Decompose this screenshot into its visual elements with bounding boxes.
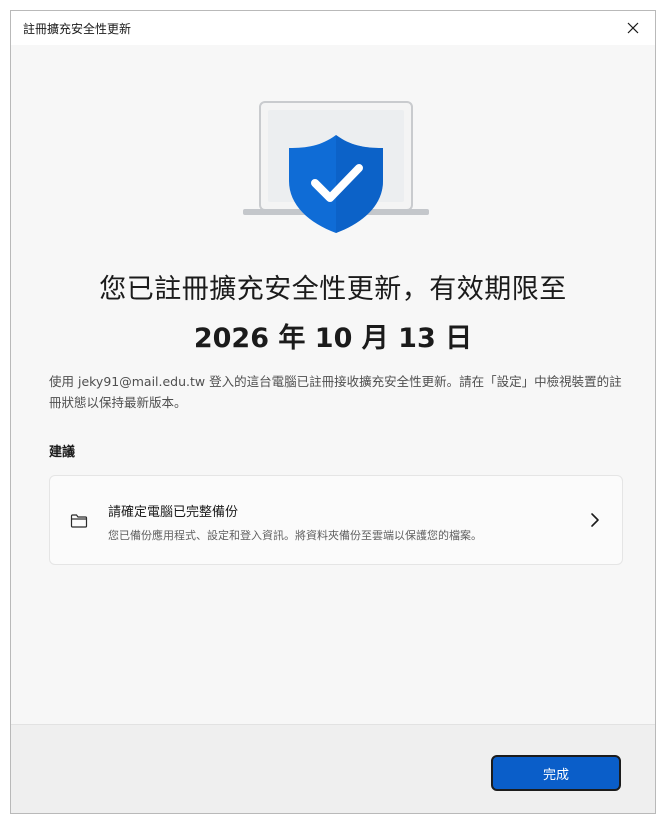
recommendations-label: 建議 — [49, 445, 76, 460]
close-icon — [627, 22, 639, 34]
hero-illustration — [241, 101, 433, 241]
backup-recommendation-card[interactable]: 請確定電腦已完整備份 您已備份應用程式、設定和登入資訊。將資料夾備份至雲端以保護… — [49, 475, 623, 565]
card-subtitle: 您已備份應用程式、設定和登入資訊。將資料夾備份至雲端以保護您的檔案。 — [108, 529, 482, 542]
title-bar: 註冊擴充安全性更新 — [11, 11, 655, 45]
dialog-footer: 完成 — [11, 724, 655, 813]
expiry-date: 2026 年 10 月 13 日 — [193, 323, 473, 354]
done-button[interactable]: 完成 — [491, 755, 621, 791]
dialog-content: 您已註冊擴充安全性更新，有效期限至 2026 年 10 月 13 日 使用 je… — [11, 45, 655, 725]
headline: 您已註冊擴充安全性更新，有效期限至 2026 年 10 月 13 日 — [11, 267, 655, 355]
window-title: 註冊擴充安全性更新 — [23, 22, 132, 36]
description-text: 使用 jeky91@mail.edu.tw 登入的這台電腦已註冊接收擴充安全性更… — [49, 374, 622, 410]
headline-text: 您已註冊擴充安全性更新，有效期限至 — [99, 274, 567, 305]
close-button[interactable] — [611, 11, 655, 45]
folder-icon — [70, 514, 88, 528]
chevron-right-icon — [591, 513, 599, 527]
card-title: 請確定電腦已完整備份 — [108, 505, 239, 520]
dialog-window: 註冊擴充安全性更新 您已註冊擴充安全性更新，有效期限至 2026 年 10 月 … — [10, 10, 656, 814]
laptop-shield-check-icon — [243, 101, 429, 233]
